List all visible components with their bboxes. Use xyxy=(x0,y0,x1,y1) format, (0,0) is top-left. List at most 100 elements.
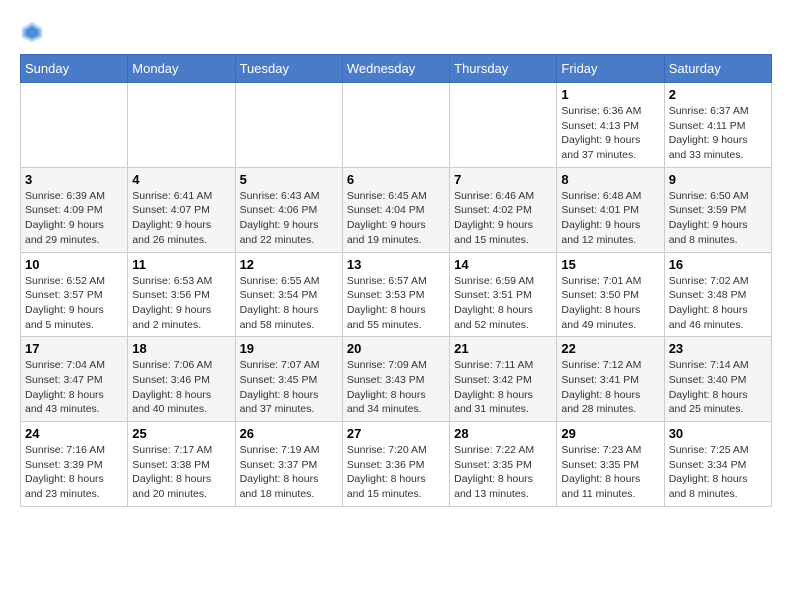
day-info: Sunrise: 6:57 AMSunset: 3:53 PMDaylight:… xyxy=(347,274,445,333)
day-number: 9 xyxy=(669,172,767,187)
calendar-cell xyxy=(450,83,557,168)
day-info: Sunrise: 7:17 AMSunset: 3:38 PMDaylight:… xyxy=(132,443,230,502)
day-number: 7 xyxy=(454,172,552,187)
calendar-cell: 19 Sunrise: 7:07 AMSunset: 3:45 PMDayligh… xyxy=(235,337,342,422)
calendar-cell: 8 Sunrise: 6:48 AMSunset: 4:01 PMDaylight… xyxy=(557,167,664,252)
calendar-cell: 17 Sunrise: 7:04 AMSunset: 3:47 PMDayligh… xyxy=(21,337,128,422)
day-number: 28 xyxy=(454,426,552,441)
calendar-cell: 21Sunrise: 7:11 AMSunset: 3:42 PMDayligh… xyxy=(450,337,557,422)
calendar-cell: 28 Sunrise: 7:22 AMSunset: 3:35 PMDayligh… xyxy=(450,422,557,507)
calendar-cell: 26 Sunrise: 7:19 AMSunset: 3:37 PMDayligh… xyxy=(235,422,342,507)
day-number: 11 xyxy=(132,257,230,272)
day-info: Sunrise: 6:46 AMSunset: 4:02 PMDaylight:… xyxy=(454,189,552,248)
day-info: Sunrise: 6:37 AMSunset: 4:11 PMDaylight:… xyxy=(669,104,767,163)
day-number: 14 xyxy=(454,257,552,272)
calendar-header-monday: Monday xyxy=(128,55,235,83)
calendar-week-4: 24Sunrise: 7:16 AMSunset: 3:39 PMDayligh… xyxy=(21,422,772,507)
day-number: 18 xyxy=(132,341,230,356)
day-number: 1 xyxy=(561,87,659,102)
day-info: Sunrise: 7:02 AMSunset: 3:48 PMDaylight:… xyxy=(669,274,767,333)
calendar-cell: 15 Sunrise: 7:01 AMSunset: 3:50 PMDayligh… xyxy=(557,252,664,337)
day-info: Sunrise: 6:52 AMSunset: 3:57 PMDaylight:… xyxy=(25,274,123,333)
day-number: 8 xyxy=(561,172,659,187)
day-number: 5 xyxy=(240,172,338,187)
calendar-cell: 23 Sunrise: 7:14 AMSunset: 3:40 PMDayligh… xyxy=(664,337,771,422)
day-number: 13 xyxy=(347,257,445,272)
day-number: 3 xyxy=(25,172,123,187)
calendar-cell: 30 Sunrise: 7:25 AMSunset: 3:34 PMDayligh… xyxy=(664,422,771,507)
calendar-cell: 20 Sunrise: 7:09 AMSunset: 3:43 PMDayligh… xyxy=(342,337,449,422)
day-info: Sunrise: 7:06 AMSunset: 3:46 PMDaylight:… xyxy=(132,358,230,417)
calendar-cell: 27 Sunrise: 7:20 AMSunset: 3:36 PMDayligh… xyxy=(342,422,449,507)
calendar-cell: 13 Sunrise: 6:57 AMSunset: 3:53 PMDayligh… xyxy=(342,252,449,337)
day-info: Sunrise: 7:14 AMSunset: 3:40 PMDaylight:… xyxy=(669,358,767,417)
calendar-cell: 2Sunrise: 6:37 AMSunset: 4:11 PMDaylight… xyxy=(664,83,771,168)
calendar-cell: 16 Sunrise: 7:02 AMSunset: 3:48 PMDayligh… xyxy=(664,252,771,337)
day-number: 29 xyxy=(561,426,659,441)
day-info: Sunrise: 7:23 AMSunset: 3:35 PMDaylight:… xyxy=(561,443,659,502)
calendar-cell: 11 Sunrise: 6:53 AMSunset: 3:56 PMDayligh… xyxy=(128,252,235,337)
calendar-cell: 9 Sunrise: 6:50 AMSunset: 3:59 PMDaylight… xyxy=(664,167,771,252)
day-info: Sunrise: 7:20 AMSunset: 3:36 PMDaylight:… xyxy=(347,443,445,502)
day-number: 15 xyxy=(561,257,659,272)
calendar-cell: 18 Sunrise: 7:06 AMSunset: 3:46 PMDayligh… xyxy=(128,337,235,422)
header xyxy=(20,20,772,44)
day-number: 4 xyxy=(132,172,230,187)
day-info: Sunrise: 7:11 AMSunset: 3:42 PMDaylight:… xyxy=(454,358,552,417)
calendar-cell: 6Sunrise: 6:45 AMSunset: 4:04 PMDaylight… xyxy=(342,167,449,252)
logo xyxy=(20,20,48,44)
day-number: 20 xyxy=(347,341,445,356)
day-info: Sunrise: 6:48 AMSunset: 4:01 PMDaylight:… xyxy=(561,189,659,248)
day-number: 25 xyxy=(132,426,230,441)
calendar-header-thursday: Thursday xyxy=(450,55,557,83)
calendar-cell: 4 Sunrise: 6:41 AMSunset: 4:07 PMDaylight… xyxy=(128,167,235,252)
calendar-header-saturday: Saturday xyxy=(664,55,771,83)
calendar: SundayMondayTuesdayWednesdayThursdayFrid… xyxy=(20,54,772,507)
calendar-cell: 5Sunrise: 6:43 AMSunset: 4:06 PMDaylight… xyxy=(235,167,342,252)
day-number: 23 xyxy=(669,341,767,356)
calendar-cell: 7 Sunrise: 6:46 AMSunset: 4:02 PMDaylight… xyxy=(450,167,557,252)
calendar-cell: 1Sunrise: 6:36 AMSunset: 4:13 PMDaylight… xyxy=(557,83,664,168)
calendar-cell xyxy=(21,83,128,168)
day-info: Sunrise: 7:22 AMSunset: 3:35 PMDaylight:… xyxy=(454,443,552,502)
day-info: Sunrise: 7:12 AMSunset: 3:41 PMDaylight:… xyxy=(561,358,659,417)
calendar-cell: 10 Sunrise: 6:52 AMSunset: 3:57 PMDayligh… xyxy=(21,252,128,337)
day-info: Sunrise: 6:55 AMSunset: 3:54 PMDaylight:… xyxy=(240,274,338,333)
day-info: Sunrise: 6:41 AMSunset: 4:07 PMDaylight:… xyxy=(132,189,230,248)
calendar-cell: 12 Sunrise: 6:55 AMSunset: 3:54 PMDayligh… xyxy=(235,252,342,337)
calendar-header-row: SundayMondayTuesdayWednesdayThursdayFrid… xyxy=(21,55,772,83)
day-number: 30 xyxy=(669,426,767,441)
calendar-cell xyxy=(342,83,449,168)
calendar-cell xyxy=(128,83,235,168)
day-number: 27 xyxy=(347,426,445,441)
day-info: Sunrise: 7:09 AMSunset: 3:43 PMDaylight:… xyxy=(347,358,445,417)
calendar-header-tuesday: Tuesday xyxy=(235,55,342,83)
calendar-header-sunday: Sunday xyxy=(21,55,128,83)
calendar-header-friday: Friday xyxy=(557,55,664,83)
calendar-cell: 22 Sunrise: 7:12 AMSunset: 3:41 PMDayligh… xyxy=(557,337,664,422)
logo-icon xyxy=(20,20,44,44)
day-number: 19 xyxy=(240,341,338,356)
calendar-cell xyxy=(235,83,342,168)
day-info: Sunrise: 7:25 AMSunset: 3:34 PMDaylight:… xyxy=(669,443,767,502)
calendar-cell: 24Sunrise: 7:16 AMSunset: 3:39 PMDayligh… xyxy=(21,422,128,507)
calendar-week-2: 10 Sunrise: 6:52 AMSunset: 3:57 PMDayligh… xyxy=(21,252,772,337)
day-number: 22 xyxy=(561,341,659,356)
day-info: Sunrise: 7:19 AMSunset: 3:37 PMDaylight:… xyxy=(240,443,338,502)
day-info: Sunrise: 6:39 AMSunset: 4:09 PMDaylight:… xyxy=(25,189,123,248)
day-info: Sunrise: 6:50 AMSunset: 3:59 PMDaylight:… xyxy=(669,189,767,248)
calendar-cell: 14Sunrise: 6:59 AMSunset: 3:51 PMDayligh… xyxy=(450,252,557,337)
day-number: 17 xyxy=(25,341,123,356)
day-info: Sunrise: 6:53 AMSunset: 3:56 PMDaylight:… xyxy=(132,274,230,333)
day-info: Sunrise: 7:01 AMSunset: 3:50 PMDaylight:… xyxy=(561,274,659,333)
calendar-week-1: 3 Sunrise: 6:39 AMSunset: 4:09 PMDaylight… xyxy=(21,167,772,252)
day-info: Sunrise: 7:04 AMSunset: 3:47 PMDaylight:… xyxy=(25,358,123,417)
calendar-cell: 25 Sunrise: 7:17 AMSunset: 3:38 PMDayligh… xyxy=(128,422,235,507)
day-number: 10 xyxy=(25,257,123,272)
day-number: 16 xyxy=(669,257,767,272)
day-info: Sunrise: 7:07 AMSunset: 3:45 PMDaylight:… xyxy=(240,358,338,417)
day-number: 6 xyxy=(347,172,445,187)
calendar-week-3: 17 Sunrise: 7:04 AMSunset: 3:47 PMDayligh… xyxy=(21,337,772,422)
day-number: 26 xyxy=(240,426,338,441)
day-number: 12 xyxy=(240,257,338,272)
